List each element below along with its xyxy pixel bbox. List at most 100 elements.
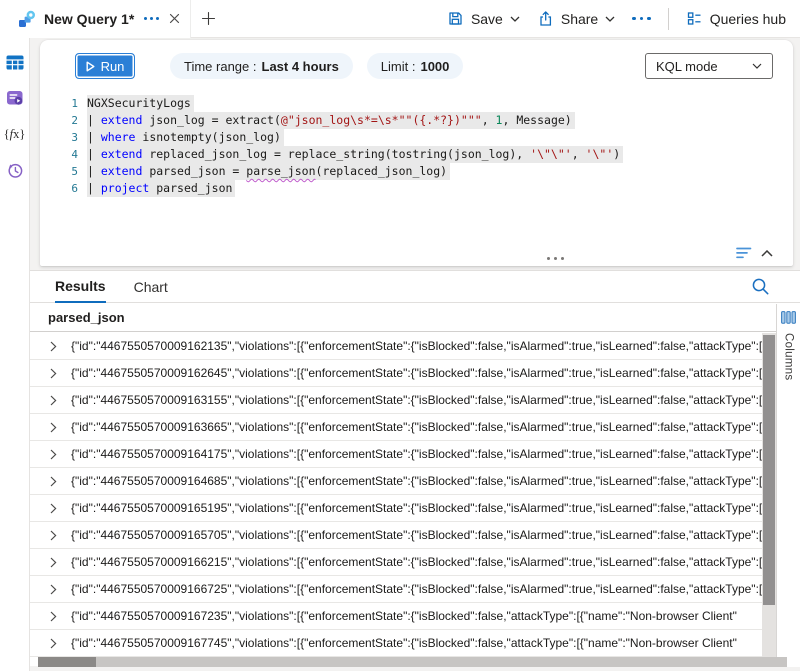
query-mode-value: KQL mode: [656, 59, 718, 74]
time-range-value: Last 4 hours: [262, 59, 339, 74]
query-tab[interactable]: New Query 1*: [0, 0, 191, 38]
line-number: 6: [40, 180, 78, 197]
table-row[interactable]: {"id":"4467550570009162135","violations"…: [30, 333, 762, 360]
saved-queries-icon[interactable]: [6, 89, 24, 107]
horizontal-scrollbar[interactable]: [38, 657, 787, 667]
tab-results[interactable]: Results: [55, 278, 106, 303]
new-tab-button[interactable]: [201, 11, 216, 26]
table-row[interactable]: {"id":"4467550570009165195","violations"…: [30, 495, 762, 522]
run-button[interactable]: Run: [75, 53, 135, 79]
code-line: 3 | where isnotempty(json_log): [40, 129, 783, 146]
top-bar: New Query 1* Save: [0, 0, 800, 38]
tab-close-icon[interactable]: [169, 13, 180, 24]
expand-row-chevron-icon[interactable]: [50, 503, 58, 514]
queries-hub-button[interactable]: Queries hub: [686, 10, 786, 27]
editor-corner-actions: [736, 247, 773, 259]
tab-chart[interactable]: Chart: [134, 279, 168, 302]
code-text: NGXSecurityLogs: [87, 95, 194, 112]
line-number: 3: [40, 129, 78, 146]
table-row[interactable]: {"id":"4467550570009166725","violations"…: [30, 576, 762, 603]
row-json-text: {"id":"4467550570009163665","violations"…: [71, 420, 762, 434]
code-text: | where isnotempty(json_log): [87, 129, 284, 146]
functions-icon[interactable]: {fx}: [6, 125, 24, 143]
search-icon[interactable]: [751, 277, 770, 296]
expand-row-chevron-icon[interactable]: [50, 341, 58, 352]
code-text: | extend json_log = extract(@"json_log\s…: [87, 112, 575, 129]
columns-panel-label: Columns: [783, 333, 795, 380]
grid-column-header[interactable]: parsed_json: [30, 303, 776, 332]
line-number: 5: [40, 163, 78, 180]
adx-query-icon: [18, 10, 36, 28]
row-json-text: {"id":"4467550570009162135","violations"…: [71, 339, 762, 353]
table-row[interactable]: {"id":"4467550570009165705","violations"…: [30, 522, 762, 549]
save-button[interactable]: Save: [447, 10, 520, 27]
row-json-text: {"id":"4467550570009165705","violations"…: [71, 528, 762, 542]
vertical-scrollbar-thumb[interactable]: [763, 335, 775, 605]
expand-row-chevron-icon[interactable]: [50, 422, 58, 433]
code-line: 6 | project parsed_json: [40, 180, 783, 197]
query-history-icon[interactable]: [6, 161, 24, 179]
table-row[interactable]: {"id":"4467550570009167745","violations"…: [30, 630, 762, 657]
expand-row-chevron-icon[interactable]: [50, 584, 58, 595]
row-json-text: {"id":"4467550570009167745","violations"…: [71, 636, 737, 650]
row-json-text: {"id":"4467550570009162645","violations"…: [71, 366, 762, 380]
code-line: 2 | extend json_log = extract(@"json_log…: [40, 112, 783, 129]
results-tabstrip: Results Chart: [30, 271, 800, 303]
tab-more-icon[interactable]: [142, 17, 161, 20]
table-row[interactable]: {"id":"4467550570009164685","violations"…: [30, 468, 762, 495]
query-toolbar: Run Time range : Last 4 hours Limit : 10…: [40, 40, 793, 90]
save-label: Save: [471, 11, 503, 27]
code-editor[interactable]: 1 NGXSecurityLogs 2 | extend json_log = …: [40, 95, 783, 197]
expand-row-chevron-icon[interactable]: [50, 449, 58, 460]
column-name: parsed_json: [48, 310, 125, 325]
query-mode-select[interactable]: KQL mode: [645, 53, 773, 79]
expand-row-chevron-icon[interactable]: [50, 476, 58, 487]
left-rail: {fx}: [0, 38, 30, 671]
row-json-text: {"id":"4467550570009167235","violations"…: [71, 609, 737, 623]
toolbar-divider: [668, 8, 669, 30]
queries-hub-icon: [686, 10, 703, 27]
mode-chevron-down-icon: [752, 63, 762, 69]
code-text: | extend replaced_json_log = replace_str…: [87, 146, 623, 163]
time-range-selector[interactable]: Time range : Last 4 hours: [170, 53, 353, 79]
play-icon: [86, 61, 95, 72]
table-data-icon[interactable]: [6, 53, 24, 71]
table-row[interactable]: {"id":"4467550570009167235","violations"…: [30, 603, 762, 630]
results-panel: Results Chart parsed_json {"id":"4467550…: [30, 270, 800, 666]
collapse-editor-chevron-up-icon[interactable]: [761, 250, 773, 257]
code-lines: 1 NGXSecurityLogs 2 | extend json_log = …: [40, 95, 783, 197]
table-row[interactable]: {"id":"4467550570009163665","violations"…: [30, 414, 762, 441]
share-button[interactable]: Share: [537, 10, 615, 27]
expand-row-chevron-icon[interactable]: [50, 368, 58, 379]
table-row[interactable]: {"id":"4467550570009163155","violations"…: [30, 387, 762, 414]
expand-row-chevron-icon[interactable]: [50, 395, 58, 406]
time-range-label: Time range :: [184, 59, 257, 74]
more-actions-icon[interactable]: [632, 17, 651, 21]
horizontal-scrollbar-thumb[interactable]: [38, 657, 96, 667]
line-number: 4: [40, 146, 78, 163]
limit-selector[interactable]: Limit : 1000: [367, 53, 464, 79]
code-text: | project parsed_json: [87, 180, 235, 197]
columns-side-panel[interactable]: Columns: [776, 304, 800, 667]
share-icon: [537, 10, 554, 27]
expand-row-chevron-icon[interactable]: [50, 530, 58, 541]
table-row[interactable]: {"id":"4467550570009164175","violations"…: [30, 441, 762, 468]
code-text: | extend parsed_json = parse_json(replac…: [87, 163, 450, 180]
panel-splitter-handle[interactable]: [547, 257, 564, 260]
code-line: 5 | extend parsed_json = parse_json(repl…: [40, 163, 783, 180]
expand-row-chevron-icon[interactable]: [50, 557, 58, 568]
table-row[interactable]: {"id":"4467550570009166215","violations"…: [30, 549, 762, 576]
expand-row-chevron-icon[interactable]: [50, 638, 58, 649]
table-row[interactable]: {"id":"4467550570009162645","violations"…: [30, 360, 762, 387]
line-number: 1: [40, 95, 78, 112]
expand-row-chevron-icon[interactable]: [50, 611, 58, 622]
limit-label: Limit :: [381, 59, 416, 74]
hide-empty-columns-icon[interactable]: [736, 247, 752, 259]
results-rows: {"id":"4467550570009162135","violations"…: [30, 333, 762, 657]
vertical-scrollbar[interactable]: [762, 333, 776, 657]
row-json-text: {"id":"4467550570009165195","violations"…: [71, 501, 762, 515]
save-chevron-down-icon: [510, 16, 520, 22]
topbar-actions: Save Share: [447, 8, 800, 30]
row-json-text: {"id":"4467550570009166725","violations"…: [71, 582, 762, 596]
row-json-text: {"id":"4467550570009164685","violations"…: [71, 474, 762, 488]
